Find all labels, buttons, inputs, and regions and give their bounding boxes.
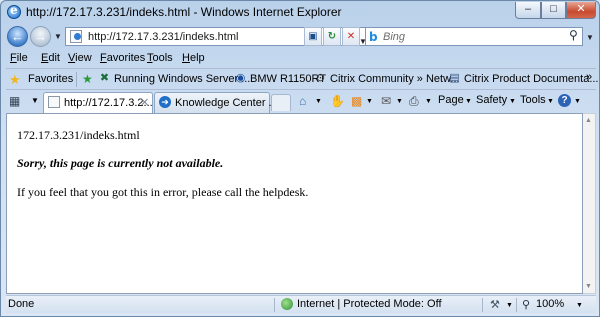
search-icon[interactable]: ⚲: [569, 28, 578, 42]
zoom-icon[interactable]: ⚲: [522, 298, 530, 311]
favorite-link-3[interactable]: Citrix Community » Netw...: [330, 73, 460, 85]
navigation-bar: ← → ▼ http://172.17.3.231/indeks.html ▼ …: [1, 23, 599, 49]
home-icon[interactable]: ⌂: [299, 94, 306, 108]
minimize-button[interactable]: ‒: [515, 2, 541, 19]
safety-menu-button[interactable]: Safety: [476, 94, 507, 106]
menu-file[interactable]: File: [10, 52, 28, 64]
page-menu-button[interactable]: Page: [438, 94, 464, 106]
menu-help[interactable]: Help: [182, 52, 205, 64]
compatibility-view-button[interactable]: ▣: [304, 27, 322, 46]
vertical-scrollbar[interactable]: ▲ ▼: [583, 113, 596, 294]
feeds-dropdown-icon[interactable]: ▼: [366, 98, 373, 105]
tab-list-dropdown-icon[interactable]: ▼: [31, 96, 39, 105]
menu-bar: File Edit View Favorites Tools Help: [6, 50, 596, 68]
search-input[interactable]: b Bing: [365, 27, 583, 46]
scroll-down-icon[interactable]: ▼: [585, 283, 592, 290]
quick-tabs-icon[interactable]: ▦: [9, 94, 25, 109]
status-bar: Done Internet | Protected Mode: Off ⚒ ▼ …: [6, 295, 596, 313]
favorites-star-icon[interactable]: ★: [9, 72, 21, 88]
arrow-circle-icon: ➜: [159, 96, 171, 108]
bing-icon: b: [369, 30, 378, 44]
forward-button[interactable]: →: [30, 26, 51, 47]
home-dropdown-icon[interactable]: ▼: [315, 98, 322, 105]
page-icon: [70, 30, 82, 43]
window-title: http://172.17.3.231/indeks.html - Window…: [26, 5, 342, 19]
status-text: Done: [8, 298, 35, 310]
internet-zone-icon: [281, 298, 293, 310]
refresh-button[interactable]: ↻: [323, 27, 341, 46]
new-tab-button[interactable]: [271, 94, 291, 111]
help-icon[interactable]: ?: [558, 94, 571, 107]
divider: [274, 298, 275, 312]
menu-view[interactable]: View: [68, 52, 92, 64]
back-button[interactable]: ←: [7, 26, 28, 47]
page-menu-dropdown-icon[interactable]: ▼: [465, 98, 472, 105]
help-dropdown-icon[interactable]: ▼: [574, 98, 581, 105]
close-button[interactable]: ✕: [566, 2, 596, 19]
recent-pages-dropdown-icon[interactable]: ▼: [54, 32, 62, 41]
browser-window: http://172.17.3.231/indeks.html - Window…: [0, 0, 600, 317]
divider: [76, 72, 77, 87]
page-content: 172.17.3.231/indeks.html Sorry, this pag…: [6, 113, 583, 294]
scroll-up-icon[interactable]: ▲: [585, 117, 592, 124]
divider: [516, 298, 517, 312]
mail-icon[interactable]: ✉: [381, 94, 391, 108]
page-icon: ▤: [449, 72, 460, 84]
zoom-level[interactable]: 100%: [536, 298, 564, 310]
tab-title: Knowledge Center ...: [175, 97, 278, 109]
favorite-link-4[interactable]: Citrix Product Documenta...: [464, 73, 599, 85]
hand-icon[interactable]: ✋: [330, 94, 345, 108]
mail-dropdown-icon[interactable]: ▼: [396, 98, 403, 105]
cross-icon: ✖: [99, 72, 110, 84]
favorite-link-1[interactable]: Running Windows Server ...: [114, 73, 250, 85]
security-zone-text[interactable]: Internet | Protected Mode: Off: [297, 298, 442, 310]
tools-menu-button[interactable]: Tools: [520, 94, 546, 106]
address-url: http://172.17.3.231/indeks.html: [88, 31, 239, 43]
ie-logo-icon: [7, 3, 21, 19]
add-to-favorites-bar-icon[interactable]: ★: [82, 72, 93, 86]
more-favorites-chevron-icon[interactable]: »: [586, 71, 592, 83]
unavailable-message: Sorry, this page is currently not availa…: [17, 156, 224, 170]
tab-current[interactable]: http://172.17.3.2... ✕: [43, 92, 153, 113]
tools-menu-dropdown-icon[interactable]: ▼: [547, 98, 554, 105]
bmw-logo-icon: ◉: [235, 72, 246, 84]
divider: [482, 298, 483, 312]
search-placeholder: Bing: [383, 31, 406, 43]
safety-menu-dropdown-icon[interactable]: ▼: [509, 98, 516, 105]
close-tab-icon[interactable]: ✕: [140, 96, 149, 109]
tab-bar: ▦ ▼ http://172.17.3.2... ✕ ➜ Knowledge C…: [6, 89, 596, 113]
tab-knowledge-center[interactable]: ➜ Knowledge Center ...: [154, 92, 278, 113]
stop-button[interactable]: ✕: [342, 27, 360, 46]
page-icon: [48, 96, 60, 108]
menu-edit[interactable]: Edit: [41, 52, 60, 64]
status-dropdown-icon[interactable]: ▼: [506, 302, 513, 309]
title-bar: http://172.17.3.231/indeks.html - Window…: [1, 1, 599, 23]
print-dropdown-icon[interactable]: ▼: [425, 98, 432, 105]
favorites-bar: ★ Favorites ★ ✖ Running Windows Server .…: [6, 68, 599, 89]
feeds-icon[interactable]: ▩: [351, 94, 362, 108]
print-icon[interactable]: ⎙: [409, 94, 419, 109]
protected-mode-icon[interactable]: ⚒: [490, 298, 500, 311]
maximize-button[interactable]: □: [541, 2, 566, 19]
favorites-button[interactable]: Favorites: [28, 73, 73, 85]
search-options-dropdown-icon[interactable]: ▼: [586, 33, 594, 42]
helpdesk-message: If you feel that you got this in error, …: [17, 185, 309, 199]
menu-favorites[interactable]: Favorites: [100, 52, 145, 64]
zoom-dropdown-icon[interactable]: ▼: [576, 302, 583, 309]
page-url-text: 172.17.3.231/indeks.html: [17, 128, 140, 142]
menu-tools[interactable]: Tools: [147, 52, 173, 64]
citrix-logo-icon: ⊙: [315, 72, 326, 84]
